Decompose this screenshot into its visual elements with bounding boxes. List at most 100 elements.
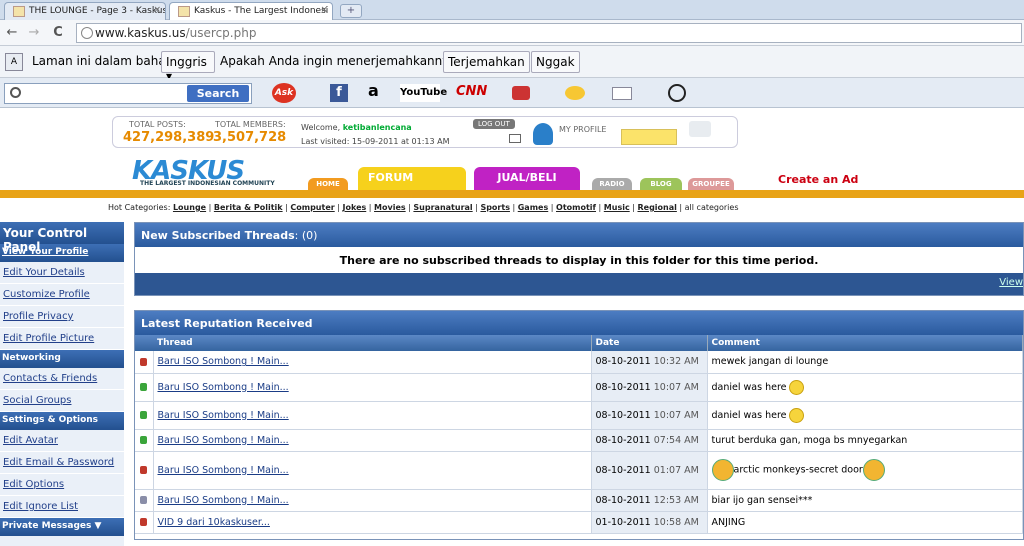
new-tab-button[interactable]: + <box>340 4 362 18</box>
nav-radio[interactable]: RADIO <box>592 178 632 190</box>
view-profile-link[interactable]: View Your Profile <box>0 244 124 262</box>
comment-cell: biar ijo gan sensei*** <box>707 489 1023 512</box>
category-link[interactable]: Regional <box>637 203 676 212</box>
thread-link[interactable]: VID 9 dari 10kaskuser... <box>158 517 270 528</box>
time-value: 10:07 AM <box>653 381 699 393</box>
thread-cell: Baru ISO Sombong ! Main... <box>153 489 592 512</box>
address-input[interactable]: www.kaskus.us/usercp.php <box>76 23 1022 43</box>
no-threads-message: There are no subscribed threads to displ… <box>339 254 819 267</box>
thread-link[interactable]: Baru ISO Sombong ! Main... <box>158 356 289 367</box>
sidebar-item-edit-avatar[interactable]: Edit Avatar <box>0 430 124 452</box>
sidebar-item-contacts[interactable]: Contacts & Friends <box>0 368 124 390</box>
cnn-icon[interactable]: CNN <box>456 84 487 102</box>
language-select[interactable]: Inggris ▾ <box>161 51 215 83</box>
comment-cell: daniel was here <box>707 373 1023 402</box>
date-cell: 08-10-2011 07:54 AM <box>591 429 708 452</box>
panel-footer: View <box>135 273 1023 295</box>
category-link[interactable]: Games <box>518 203 549 212</box>
hot-categories-label: Hot Categories: <box>108 203 171 212</box>
category-link[interactable]: Supranatural <box>413 203 472 212</box>
ask-icon[interactable]: Ask <box>272 83 296 103</box>
all-categories-link[interactable]: all categories <box>685 203 739 212</box>
reputation-dot-icon <box>140 357 147 366</box>
weather-icon[interactable] <box>565 86 585 100</box>
digg-icon[interactable] <box>668 84 686 102</box>
category-link[interactable]: Jokes <box>342 203 366 212</box>
facebook-icon[interactable]: f <box>330 84 348 102</box>
sidebar-item-edit-profile-picture[interactable]: Edit Profile Picture <box>0 328 124 350</box>
comment-text: turut berduka gan, moga bs mnyegarkan <box>711 434 908 446</box>
back-button[interactable]: ← <box>4 25 20 40</box>
sidebar-item-edit-ignore-list[interactable]: Edit Ignore List <box>0 496 124 518</box>
dice-icon[interactable] <box>512 86 530 100</box>
youtube-icon[interactable]: YouTube <box>400 84 447 102</box>
tab-kaskus[interactable]: Kaskus - The Largest Indonesi × <box>169 2 333 20</box>
sidebar-item-edit-options[interactable]: Edit Options <box>0 474 124 496</box>
date-value: 08-10-2011 <box>595 464 651 476</box>
comment-cell: daniel was here <box>707 401 1023 430</box>
thread-link[interactable]: Baru ISO Sombong ! Main... <box>158 382 289 393</box>
search-button[interactable]: Search <box>187 85 249 102</box>
logout-button[interactable]: LOG OUT <box>473 119 515 129</box>
kaskus-header: TOTAL POSTS: 427,298,389 TOTAL MEMBERS: … <box>0 112 1024 196</box>
smiley-icon <box>789 379 805 395</box>
table-row: Baru ISO Sombong ! Main... 08-10-2011 10:… <box>135 351 1023 374</box>
sidebar-item-edit-details[interactable]: Edit Your Details <box>0 262 124 284</box>
thread-link[interactable]: Baru ISO Sombong ! Main... <box>158 435 289 446</box>
translate-button[interactable]: Terjemahkan <box>443 51 530 73</box>
category-link[interactable]: Berita & Politik <box>214 203 283 212</box>
nav-groupee[interactable]: GROUPEE <box>688 178 734 190</box>
table-row: Baru ISO Sombong ! Main... 08-10-2011 10:… <box>135 373 1023 402</box>
mail-icon[interactable] <box>509 134 521 143</box>
nav-jual-beli[interactable]: JUAL/BELI <box>474 167 580 190</box>
sidebar-item-customize-profile[interactable]: Customize Profile <box>0 284 124 306</box>
toolbar-search-input[interactable]: Search <box>4 83 252 104</box>
sidebar-item-social-groups[interactable]: Social Groups <box>0 390 124 412</box>
close-tab-icon[interactable]: × <box>153 5 161 15</box>
nav-home[interactable]: HOME <box>308 178 348 190</box>
my-profile-link[interactable]: MY PROFILE <box>559 125 606 134</box>
thread-link[interactable]: Baru ISO Sombong ! Main... <box>158 495 289 506</box>
browser-toolbar: Search Ask f a YouTube CNN <box>0 78 1024 108</box>
reputation-dot-icon <box>140 436 147 444</box>
thread-column-header[interactable]: Thread <box>153 335 592 351</box>
tab-label: THE LOUNGE - Page 3 - Kaskus <box>29 6 166 16</box>
date-cell: 08-10-2011 12:53 AM <box>591 489 708 512</box>
header-divider <box>0 190 1024 198</box>
category-link[interactable]: Computer <box>290 203 334 212</box>
sidebar-section-private-messages[interactable]: Private Messages ▼ <box>0 518 124 536</box>
username-link[interactable]: ketibanlencana <box>343 123 412 132</box>
category-link[interactable]: Sports <box>480 203 510 212</box>
nav-blog[interactable]: BLOG <box>640 178 682 190</box>
no-translate-button[interactable]: Nggak <box>531 51 580 73</box>
view-link[interactable]: View <box>999 277 1023 288</box>
category-link[interactable]: Music <box>604 203 630 212</box>
forward-button[interactable]: → <box>26 25 42 40</box>
smiley-icon <box>789 407 805 423</box>
category-link[interactable]: Lounge <box>173 203 206 212</box>
profile-person-icon[interactable] <box>533 123 553 145</box>
close-tab-icon[interactable]: × <box>320 5 328 15</box>
nav-forum[interactable]: FORUM <box>358 167 466 190</box>
date-cell: 08-10-2011 10:07 AM <box>591 401 708 430</box>
search-box[interactable] <box>621 129 677 145</box>
category-link[interactable]: Movies <box>374 203 406 212</box>
create-ad-link[interactable]: Create an Ad <box>778 173 858 186</box>
sidebar-item-edit-email[interactable]: Edit Email & Password <box>0 452 124 474</box>
thread-cell: Baru ISO Sombong ! Main... <box>153 401 592 430</box>
comment-column-header[interactable]: Comment <box>707 335 1023 351</box>
mail-icon[interactable] <box>612 87 632 100</box>
date-column-header[interactable]: Date <box>591 335 708 351</box>
reload-button[interactable]: C <box>50 25 66 40</box>
date-cell: 08-10-2011 10:32 AM <box>591 351 708 374</box>
avatar-icon <box>711 459 734 481</box>
color-column-header <box>135 335 153 351</box>
thread-link[interactable]: Baru ISO Sombong ! Main... <box>158 465 289 476</box>
amazon-icon[interactable]: a <box>368 81 379 100</box>
time-value: 01:07 AM <box>653 464 699 476</box>
search-icon[interactable] <box>689 121 711 137</box>
tab-the-lounge[interactable]: THE LOUNGE - Page 3 - Kaskus × <box>4 2 166 20</box>
category-link[interactable]: Otomotif <box>556 203 596 212</box>
sidebar-item-profile-privacy[interactable]: Profile Privacy <box>0 306 124 328</box>
thread-link[interactable]: Baru ISO Sombong ! Main... <box>158 410 289 421</box>
